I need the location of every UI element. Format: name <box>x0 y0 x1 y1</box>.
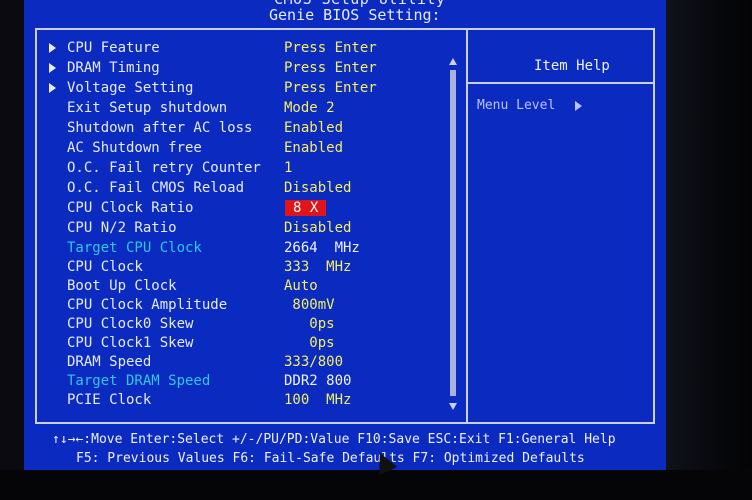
page-title: Genie BIOS Setting: <box>269 6 441 24</box>
menu-row[interactable]: CPU Clock Ratio 8 X <box>37 200 457 219</box>
setting-value[interactable]: Enabled <box>284 120 343 136</box>
key-help-line-2: F5: Previous Values F6: Fail-Safe Defaul… <box>76 451 585 466</box>
monitor-bezel-bottom <box>0 470 752 500</box>
setting-label: Exit Setup shutdown <box>67 100 228 116</box>
setting-label: AC Shutdown free <box>67 140 202 156</box>
setting-value[interactable]: 333 MHz <box>284 259 351 275</box>
panel-divider <box>466 30 468 422</box>
menu-row[interactable]: CPU Clock1 Skew 0ps <box>37 335 457 354</box>
setting-value[interactable]: 0ps <box>284 316 334 332</box>
menu-row[interactable]: Voltage Setting Press Enter <box>37 80 457 99</box>
menu-row[interactable]: O.C. Fail retry Counter 1 <box>37 160 457 179</box>
setting-label: CPU Feature <box>67 40 160 56</box>
menu-row[interactable]: CPU Clock0 Skew 0ps <box>37 316 457 335</box>
submenu-arrow-icon <box>49 63 56 73</box>
scroll-track[interactable] <box>450 70 456 396</box>
menu-row[interactable]: DRAM Timing Press Enter <box>37 60 457 79</box>
menu-row[interactable]: Exit Setup shutdown Mode 2 <box>37 100 457 119</box>
bios-screen: CMOS Setup Utility Genie BIOS Setting: C… <box>24 0 666 470</box>
setting-value[interactable]: Press Enter <box>284 40 377 56</box>
scroll-up-arrow-icon[interactable] <box>449 58 457 65</box>
menu-row[interactable]: PCIE Clock 100 MHz <box>37 392 457 411</box>
settings-frame: CPU Feature Press Enter DRAM Timing Press E… <box>35 28 655 424</box>
setting-label: DRAM Speed <box>67 354 152 370</box>
setting-label: Boot Up Clock <box>67 278 177 294</box>
setting-value[interactable]: Auto <box>284 278 318 294</box>
setting-value[interactable]: Press Enter <box>284 60 377 76</box>
menu-row[interactable]: Target DRAM Speed DDR2 800 <box>37 373 457 392</box>
menu-row[interactable]: Shutdown after AC loss Enabled <box>37 120 457 139</box>
setting-label: Shutdown after AC loss <box>67 120 253 136</box>
key-help-line-1: ↑↓→←:Move Enter:Select +/-/PU/PD:Value F… <box>52 432 616 447</box>
setting-label: PCIE Clock <box>67 392 152 408</box>
scroll-down-arrow-icon[interactable] <box>449 403 457 410</box>
setting-value[interactable]: 333/800 <box>284 354 343 370</box>
setting-label: CPU Clock1 Skew <box>67 335 194 351</box>
setting-label: Target CPU Clock <box>67 240 202 256</box>
setting-value[interactable]: 0ps <box>284 335 334 351</box>
setting-value[interactable]: Enabled <box>284 140 343 156</box>
setting-label: Target DRAM Speed <box>67 373 211 389</box>
menu-row[interactable]: CPU Clock 333 MHz <box>37 259 457 278</box>
setting-value[interactable]: 800mV <box>284 297 334 313</box>
setting-value[interactable]: DDR2 800 <box>284 373 351 389</box>
setting-label: CPU Clock0 Skew <box>67 316 194 332</box>
setting-label: Voltage Setting <box>67 80 194 96</box>
setting-value[interactable]: 2664 MHz <box>284 240 360 256</box>
menu-row[interactable]: O.C. Fail CMOS Reload Disabled <box>37 180 457 199</box>
setting-value[interactable]: 100 MHz <box>284 392 351 408</box>
setting-label: CPU Clock Ratio <box>67 200 194 216</box>
menu-row[interactable]: DRAM Speed 333/800 <box>37 354 457 373</box>
monitor-bezel-right <box>666 0 752 500</box>
item-help-title: Item Help <box>534 58 610 74</box>
setting-value[interactable]: Mode 2 <box>284 100 335 116</box>
submenu-arrow-icon <box>49 83 56 93</box>
setting-value[interactable]: 8 X <box>285 200 327 216</box>
setting-value[interactable]: Disabled <box>284 220 351 236</box>
menu-row[interactable]: CPU Clock Amplitude 800mV <box>37 297 457 316</box>
setting-label: DRAM Timing <box>67 60 160 76</box>
menu-row[interactable]: AC Shutdown free Enabled <box>37 140 457 159</box>
menu-level-label: Menu Level <box>477 98 556 113</box>
menu-row[interactable]: Target CPU Clock 2664 MHz <box>37 240 457 259</box>
submenu-arrow-icon <box>49 43 56 53</box>
monitor-bezel-left <box>0 0 26 500</box>
menu-row[interactable]: CPU Feature Press Enter <box>37 40 457 59</box>
setting-value[interactable]: 1 <box>284 160 292 176</box>
item-help-header: Item Help <box>468 30 653 84</box>
setting-label: CPU Clock <box>67 259 143 275</box>
setting-value[interactable]: Press Enter <box>284 80 377 96</box>
menu-row[interactable]: Boot Up Clock Auto <box>37 278 457 297</box>
item-help-body: Menu Level <box>477 98 583 113</box>
menu-level-arrow-icon <box>575 100 583 111</box>
setting-label: O.C. Fail CMOS Reload <box>67 180 245 196</box>
menu-row[interactable]: CPU N/2 Ratio Disabled <box>37 220 457 239</box>
setting-label: CPU N/2 Ratio <box>67 220 177 236</box>
scrollbar[interactable] <box>449 58 457 410</box>
setting-label: CPU Clock Amplitude <box>67 297 228 313</box>
setting-value[interactable]: Disabled <box>284 180 351 196</box>
setting-label: O.C. Fail retry Counter <box>67 160 261 176</box>
